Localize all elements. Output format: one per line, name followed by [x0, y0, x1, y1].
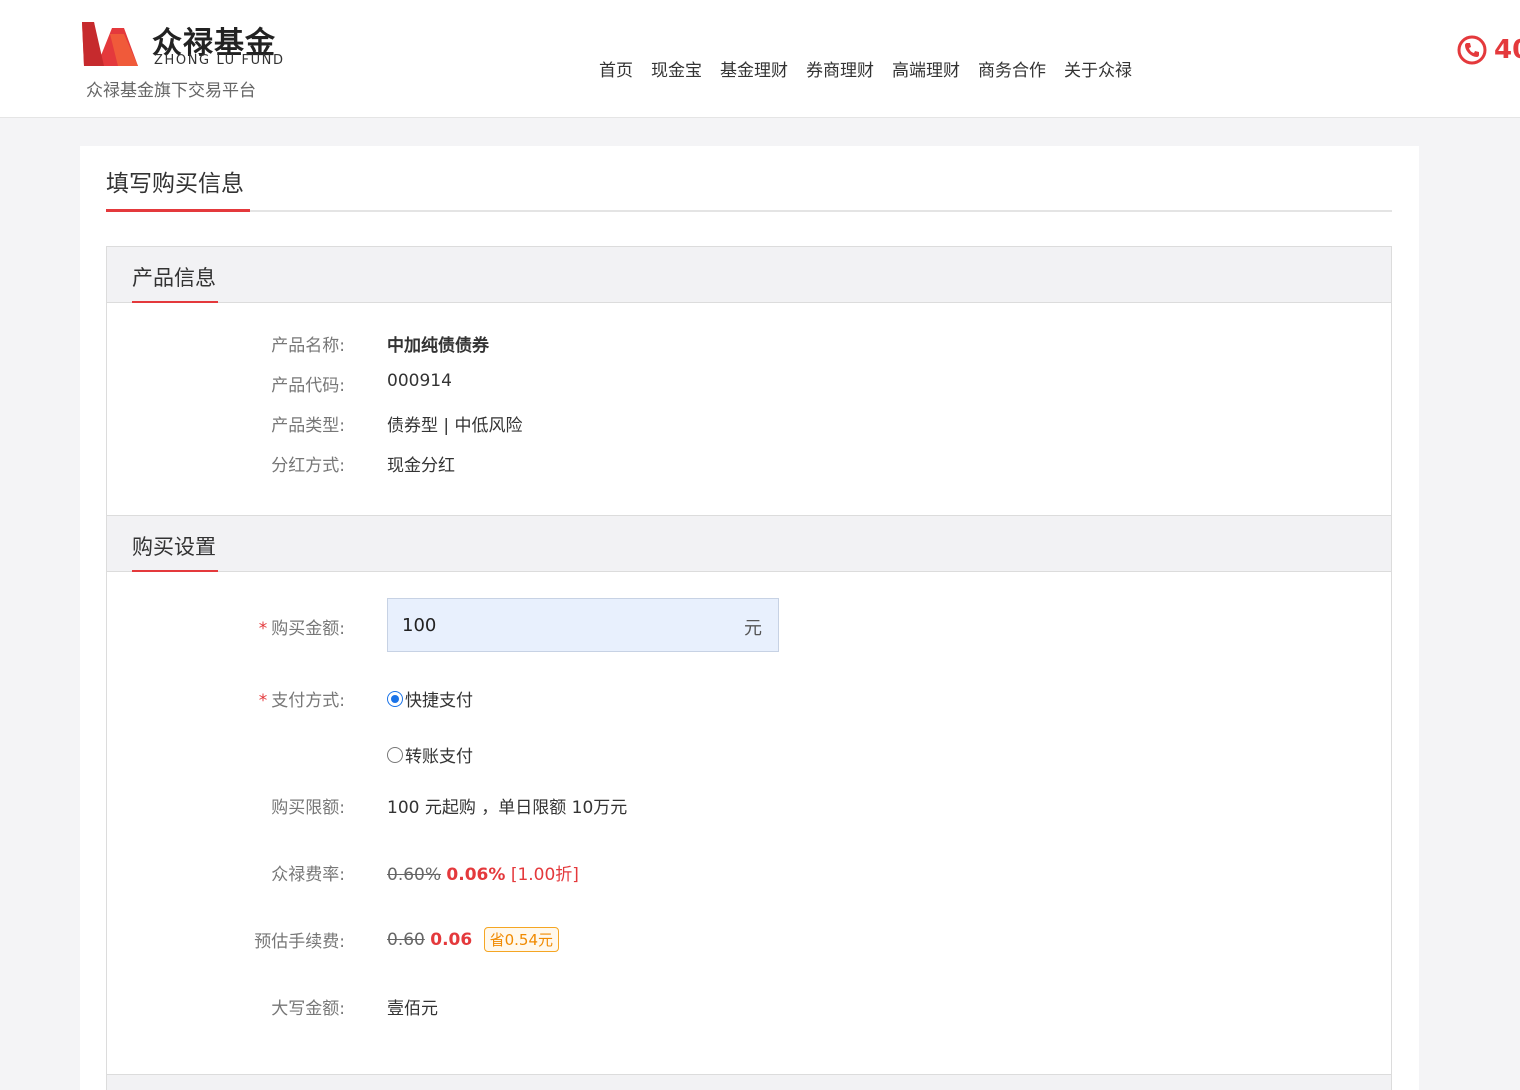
fee-rate-discount: [1.00折] [510, 865, 579, 885]
product-info-heading: 产品信息 [132, 266, 216, 290]
radio-checked-icon[interactable] [387, 690, 403, 707]
product-name: 中加纯债债券 [387, 336, 489, 356]
nav-premium[interactable]: 高端理财 [883, 56, 969, 81]
nav-home[interactable]: 首页 [590, 56, 642, 81]
product-type: 债券型 | 中低风险 [387, 416, 523, 436]
product-info-underline [132, 301, 218, 303]
purchase-settings-header: 购买设置 [107, 516, 1391, 572]
fee-rate-old: 0.60% [387, 865, 442, 885]
pay-option-transfer[interactable]: 转账支付 [387, 742, 473, 767]
dividend-method: 现金分红 [387, 456, 455, 476]
pay-option-quick[interactable]: 快捷支付 [387, 686, 473, 711]
upper-amount-value: 壹佰元 [387, 999, 438, 1019]
next-section-cut [106, 1074, 1392, 1090]
radio-unchecked-icon[interactable] [387, 746, 403, 763]
fee-rate-label: 众禄费率: [271, 865, 345, 885]
hotline-number: 40 [1494, 35, 1520, 65]
nav-business[interactable]: 商务合作 [969, 56, 1055, 81]
pay-option-quick-label: 快捷支付 [405, 691, 473, 711]
purchase-settings-section: 购买设置 *购买金额: 元 *支付方式: 快捷支付 转账支付 购买限额: [106, 515, 1392, 1075]
payment-label: * 支付方式: [258, 691, 345, 711]
limit-value: 100 元起购 ，单日限额 10万元 [387, 798, 628, 818]
amount-unit: 元 [744, 618, 762, 639]
fee-value: 0.60 0.06 省0.54元 [387, 927, 560, 952]
main-nav: 首页 现金宝 基金理财 券商理财 高端理财 商务合作 关于众禄 [590, 56, 1141, 81]
purchase-card: 填写购买信息 产品信息 产品名称: 中加纯债债券 产品代码: 000914 产品… [80, 146, 1419, 1090]
page-title: 填写购买信息 [106, 171, 244, 197]
logo-en-text: ZHONG LU FUND [154, 53, 285, 68]
fee-saving-badge: 省0.54元 [483, 927, 560, 952]
phone-icon [1457, 35, 1487, 65]
nav-about[interactable]: 关于众禄 [1055, 56, 1141, 81]
nav-broker[interactable]: 券商理财 [797, 56, 883, 81]
amount-row: *购买金额: 元 [107, 572, 1391, 672]
logo-mark-icon [82, 22, 138, 66]
info-label: 产品类型: [271, 416, 345, 436]
hotline[interactable]: 40 [1456, 34, 1520, 66]
logo[interactable]: 众禄基金 ZHONG LU FUND 众禄基金旗下交易平台 [80, 16, 300, 101]
fee-label: 预估手续费: [254, 932, 345, 952]
product-info-section: 产品信息 产品名称: 中加纯债债券 产品代码: 000914 产品类型: 债券型… [106, 246, 1392, 516]
fee-rate-new: 0.06% [446, 865, 506, 885]
amount-input[interactable] [388, 599, 718, 651]
info-label: 分红方式: [271, 456, 345, 476]
nav-cash[interactable]: 现金宝 [642, 56, 711, 81]
fee-old: 0.60 [387, 930, 425, 950]
info-label: 产品名称: [271, 336, 345, 356]
logo-subtitle: 众禄基金旗下交易平台 [86, 81, 256, 101]
limit-label: 购买限额: [271, 798, 345, 818]
nav-fund[interactable]: 基金理财 [711, 56, 797, 81]
fee-rate-value: 0.60% 0.06% [1.00折] [387, 860, 579, 885]
title-active-underline [106, 209, 250, 212]
pay-option-transfer-label: 转账支付 [405, 747, 473, 767]
purchase-settings-heading: 购买设置 [132, 535, 216, 559]
title-divider [106, 210, 1392, 212]
product-code: 000914 [387, 371, 452, 391]
fee-new: 0.06 [430, 930, 473, 950]
amount-field[interactable]: 元 [387, 598, 779, 652]
upper-amount-label: 大写金额: [271, 999, 345, 1019]
site-header: 众禄基金 ZHONG LU FUND 众禄基金旗下交易平台 首页 现金宝 基金理… [0, 0, 1520, 118]
amount-label: * 购买金额: [258, 619, 345, 639]
product-info-header: 产品信息 [107, 247, 1391, 303]
info-label: 产品代码: [271, 376, 345, 396]
